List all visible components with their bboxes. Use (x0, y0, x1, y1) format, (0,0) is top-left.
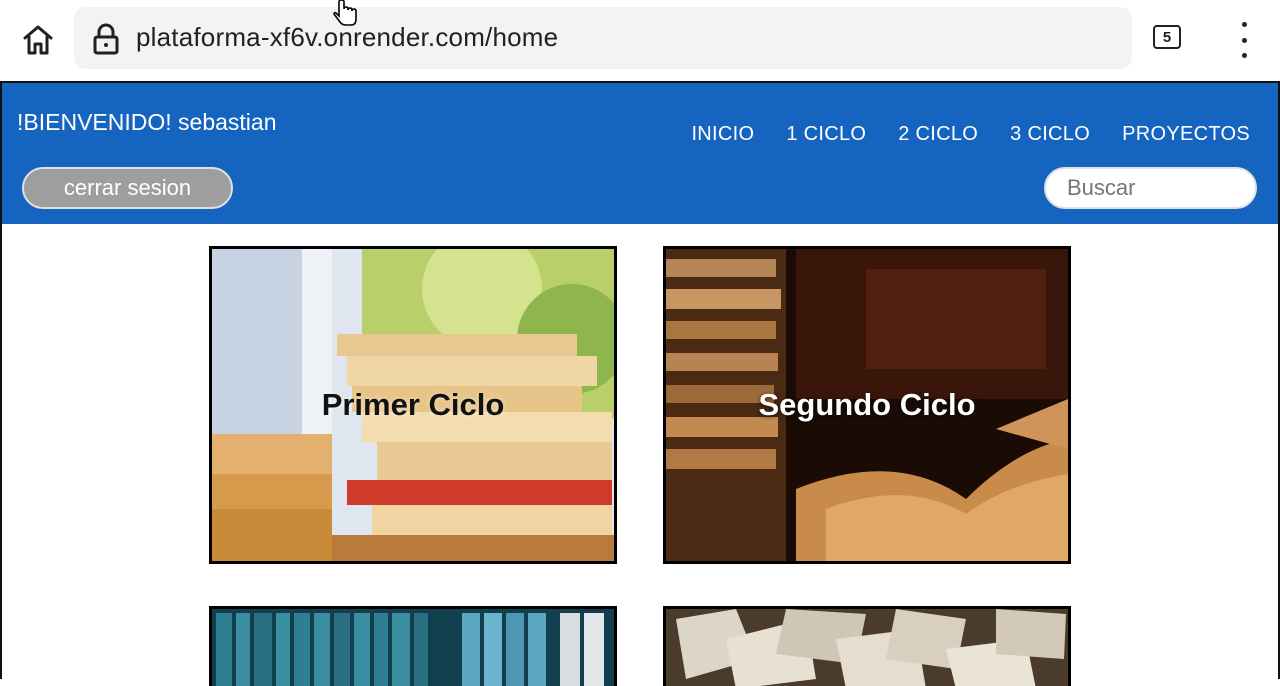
site-header: !BIENVENIDO! sebastian INICIO 1 CICLO 2 … (2, 83, 1278, 224)
address-bar[interactable]: plataforma-xf6v.onrender.com/home (74, 7, 1132, 69)
browser-toolbar: plataforma-xf6v.onrender.com/home 5 (0, 0, 1280, 80)
tab-count: 5 (1162, 28, 1172, 46)
nav-2-ciclo[interactable]: 2 CICLO (898, 123, 978, 146)
more-menu-icon[interactable] (1230, 22, 1258, 58)
page-viewport: !BIENVENIDO! sebastian INICIO 1 CICLO 2 … (0, 81, 1280, 686)
card-primer-ciclo[interactable]: Primer Ciclo (209, 246, 617, 564)
card-tercer-ciclo[interactable] (209, 606, 617, 686)
card-segundo-ciclo[interactable]: Segundo Ciclo (663, 246, 1071, 564)
logout-button[interactable]: cerrar sesion (22, 167, 233, 209)
card-title: Segundo Ciclo (758, 387, 976, 422)
nav-proyectos[interactable]: PROYECTOS (1122, 123, 1250, 146)
tab-switcher-button[interactable]: 5 (1153, 25, 1181, 49)
lock-icon (93, 23, 119, 55)
home-icon[interactable] (18, 20, 58, 60)
nav-inicio[interactable]: INICIO (691, 123, 754, 146)
welcome-message: !BIENVENIDO! sebastian (17, 109, 277, 135)
open-books-image (666, 609, 1068, 686)
url-text: plataforma-xf6v.onrender.com/home (136, 22, 559, 52)
card-proyectos[interactable] (663, 606, 1071, 686)
bookshelf-image (212, 609, 614, 686)
nav-1-ciclo[interactable]: 1 CICLO (786, 123, 866, 146)
main-nav: INICIO 1 CICLO 2 CICLO 3 CICLO PROYECTOS (691, 123, 1250, 146)
hand-cursor-icon (333, 0, 357, 26)
search-input[interactable] (1044, 167, 1257, 209)
card-title: Primer Ciclo (321, 387, 505, 422)
nav-3-ciclo[interactable]: 3 CICLO (1010, 123, 1090, 146)
